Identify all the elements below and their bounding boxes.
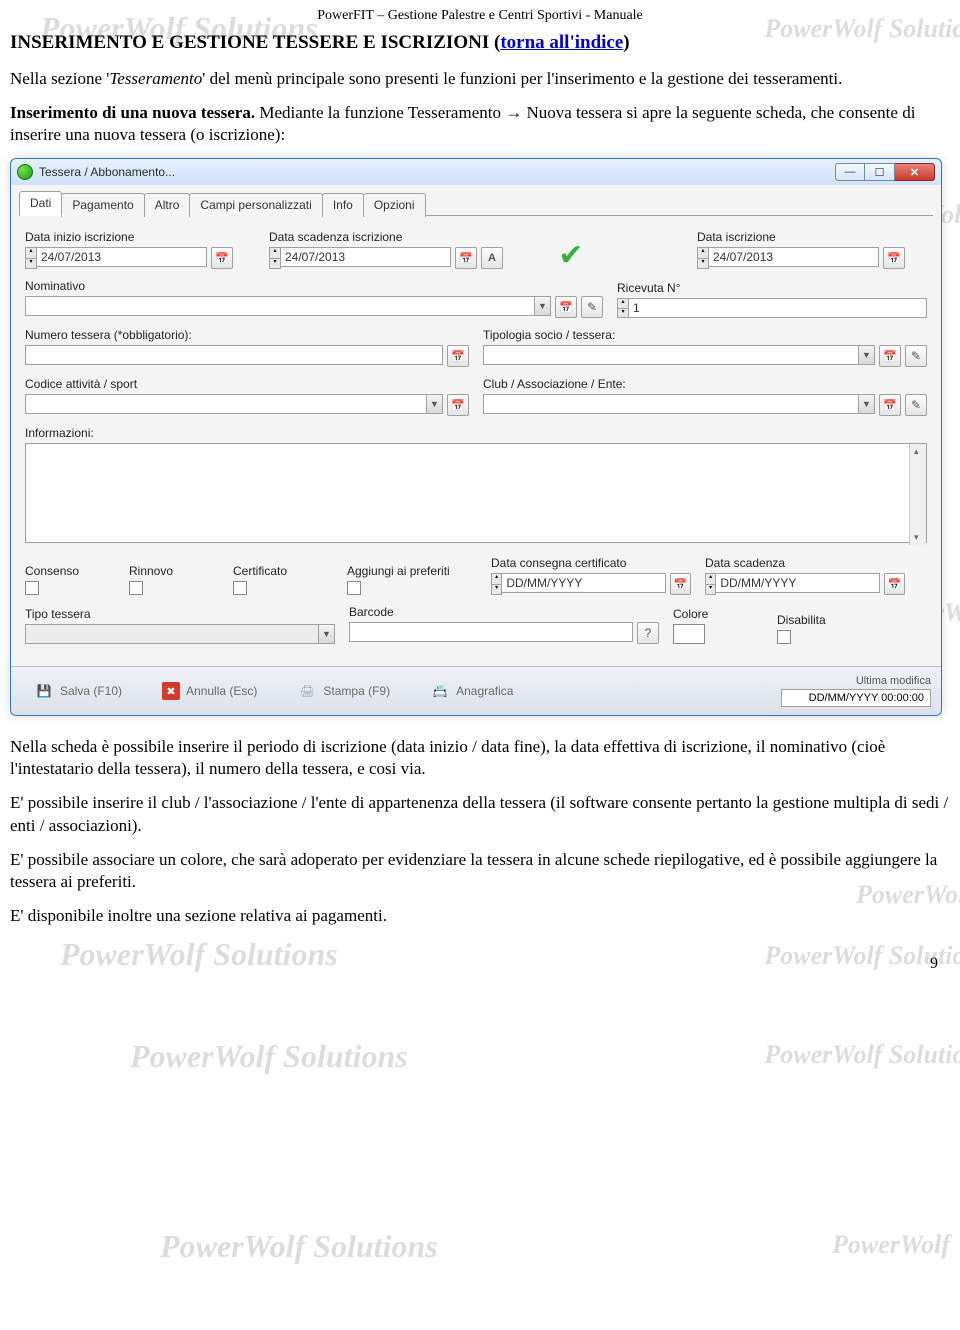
- informazioni-textarea[interactable]: [25, 443, 927, 543]
- page-number: 9: [930, 955, 938, 973]
- paragraph: Nella scheda è possibile inserire il per…: [10, 736, 950, 780]
- window-title: Tessera / Abbonamento...: [39, 165, 175, 179]
- label-colore: Colore: [673, 607, 763, 621]
- label-data-inizio: Data inizio iscrizione: [25, 230, 255, 244]
- label-data-scadenza-cert: Data scadenza: [705, 556, 905, 570]
- annulla-button[interactable]: Annulla (Esc): [149, 677, 270, 705]
- ricevuta-input[interactable]: [629, 298, 927, 318]
- print-icon: [297, 681, 317, 701]
- titlebar: Tessera / Abbonamento... — ☐ ✕: [11, 159, 941, 185]
- ultima-modifica: Ultima modifica DD/MM/YYYY 00:00:00: [781, 675, 931, 707]
- label-data-consegna-cert: Data consegna certificato: [491, 556, 691, 570]
- tessera-window: Tessera / Abbonamento... — ☐ ✕ Dati Paga…: [10, 158, 942, 716]
- barcode-input[interactable]: [349, 622, 633, 642]
- maximize-button[interactable]: ☐: [865, 163, 895, 181]
- edit-icon[interactable]: [581, 296, 603, 318]
- tab-pagamento[interactable]: Pagamento: [61, 193, 144, 217]
- minimize-button[interactable]: —: [835, 163, 865, 181]
- calendar-icon[interactable]: [211, 247, 233, 269]
- footer-bar: Salva (F10) Annulla (Esc) Stampa (F9) An…: [11, 666, 941, 715]
- label-rinnovo: Rinnovo: [129, 564, 219, 578]
- label-certificato: Certificato: [233, 564, 333, 578]
- label-data-scadenza: Data scadenza iscrizione: [269, 230, 529, 244]
- salva-button[interactable]: Salva (F10): [21, 676, 135, 706]
- disabilita-checkbox[interactable]: [777, 630, 791, 644]
- codice-attivita-combo[interactable]: ▼: [25, 394, 443, 414]
- label-disabilita: Disabilita: [777, 613, 867, 627]
- tipo-tessera-combo[interactable]: ▼: [25, 624, 335, 644]
- label-tipo-tessera: Tipo tessera: [25, 607, 335, 621]
- colore-swatch[interactable]: [673, 624, 705, 644]
- consenso-checkbox[interactable]: [25, 581, 39, 595]
- calendar-icon[interactable]: [883, 247, 905, 269]
- paragraph: E' possibile associare un colore, che sa…: [10, 849, 950, 893]
- auto-button[interactable]: [481, 247, 503, 269]
- data-scadenza-cert-input[interactable]: [716, 573, 880, 593]
- ultima-modifica-value: DD/MM/YYYY 00:00:00: [781, 689, 931, 707]
- lookup-icon[interactable]: [447, 394, 469, 416]
- tab-info[interactable]: Info: [322, 193, 364, 217]
- scrollbar[interactable]: [909, 444, 926, 545]
- label-club: Club / Associazione / Ente:: [483, 377, 927, 391]
- certificato-checkbox[interactable]: [233, 581, 247, 595]
- data-scadenza-input[interactable]: [281, 247, 451, 267]
- tab-strip: Dati Pagamento Altro Campi personalizzat…: [19, 191, 933, 216]
- label-ricevuta: Ricevuta N°: [617, 281, 927, 295]
- data-inizio-input[interactable]: [37, 247, 207, 267]
- help-icon[interactable]: [637, 622, 659, 644]
- intro-paragraph-2: Inserimento di una nuova tessera. Median…: [10, 102, 950, 146]
- tipologia-combo[interactable]: ▼: [483, 345, 875, 365]
- tab-dati[interactable]: Dati: [19, 191, 62, 216]
- rinnovo-checkbox[interactable]: [129, 581, 143, 595]
- label-consenso: Consenso: [25, 564, 115, 578]
- watermark: PowerWolf Solutions: [130, 1038, 408, 1075]
- label-tipologia: Tipologia socio / tessera:: [483, 328, 927, 342]
- data-iscrizione-input[interactable]: [709, 247, 879, 267]
- tab-opzioni[interactable]: Opzioni: [363, 193, 426, 217]
- paragraph: E' disponibile inoltre una sezione relat…: [10, 905, 950, 927]
- anagrafica-button[interactable]: Anagrafica: [417, 676, 526, 706]
- doc-header: PowerFIT – Gestione Palestre e Centri Sp…: [10, 8, 950, 24]
- cancel-icon: [162, 682, 180, 700]
- nominativo-combo[interactable]: ▼: [25, 296, 551, 316]
- label-informazioni: Informazioni:: [25, 426, 927, 440]
- label-data-iscrizione: Data iscrizione: [697, 230, 927, 244]
- watermark: PowerWolf Solutions: [160, 1228, 438, 1265]
- tab-altro[interactable]: Altro: [144, 193, 191, 217]
- paragraph: E' possibile inserire il club / l'associ…: [10, 792, 950, 836]
- lookup-icon[interactable]: [555, 296, 577, 318]
- data-consegna-cert-input[interactable]: [502, 573, 666, 593]
- edit-icon[interactable]: [905, 345, 927, 367]
- close-button[interactable]: ✕: [895, 163, 935, 181]
- label-codice-attivita: Codice attività / sport: [25, 377, 469, 391]
- label-nominativo: Nominativo: [25, 279, 603, 293]
- card-icon: [430, 681, 450, 701]
- label-barcode: Barcode: [349, 605, 659, 619]
- lookup-icon[interactable]: [447, 345, 469, 367]
- calendar-icon[interactable]: [670, 573, 691, 595]
- calendar-icon[interactable]: [884, 573, 905, 595]
- stampa-button[interactable]: Stampa (F9): [284, 676, 403, 706]
- lookup-icon[interactable]: [879, 394, 901, 416]
- label-numero-tessera: Numero tessera (*obbligatorio):: [25, 328, 469, 342]
- check-icon: ✔: [553, 241, 589, 269]
- watermark: PowerWolf Solutions: [764, 1040, 960, 1070]
- intro-paragraph-1: Nella sezione 'Tesseramento' del menù pr…: [10, 68, 950, 90]
- lookup-icon[interactable]: [879, 345, 901, 367]
- save-icon: [34, 681, 54, 701]
- edit-icon[interactable]: [905, 394, 927, 416]
- section-title-text: INSERIMENTO E GESTIONE TESSERE E ISCRIZI…: [10, 32, 500, 53]
- numero-tessera-input[interactable]: [25, 345, 443, 365]
- club-combo[interactable]: ▼: [483, 394, 875, 414]
- back-to-index-link[interactable]: torna all'indice: [500, 32, 623, 53]
- section-heading: INSERIMENTO E GESTIONE TESSERE E ISCRIZI…: [10, 32, 950, 54]
- preferiti-checkbox[interactable]: [347, 581, 361, 595]
- label-preferiti: Aggiungi ai preferiti: [347, 564, 477, 578]
- watermark: PowerWolf: [832, 1230, 950, 1260]
- app-icon: [17, 164, 33, 180]
- calendar-icon[interactable]: [455, 247, 477, 269]
- tab-campi-personalizzati[interactable]: Campi personalizzati: [189, 193, 322, 217]
